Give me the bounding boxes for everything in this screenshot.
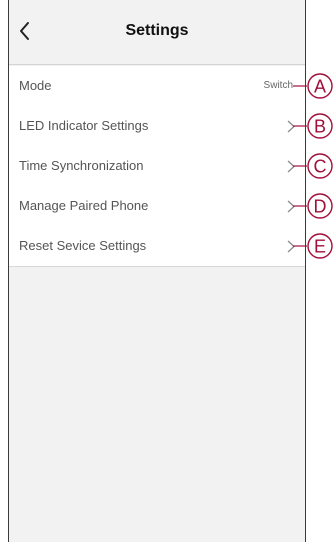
settings-item-paired-phone[interactable]: Manage Paired Phone: [9, 186, 305, 226]
settings-item-label: Mode: [19, 78, 52, 93]
chevron-right-icon: [287, 120, 295, 133]
settings-item-time-sync[interactable]: Time Synchronization: [9, 146, 305, 186]
callout-label: E: [314, 237, 326, 257]
settings-list: Mode Switch LED Indicator Settings Time …: [9, 66, 305, 267]
callout-label: A: [314, 77, 326, 97]
mode-value: Switch: [263, 80, 293, 91]
callout-label: D: [314, 197, 327, 217]
phone-frame: Settings Mode Switch LED Indicator Setti…: [8, 0, 306, 542]
settings-item-mode[interactable]: Mode Switch: [9, 66, 305, 106]
chevron-right-icon: [287, 160, 295, 173]
settings-item-label: Reset Sevice Settings: [19, 238, 147, 253]
header: Settings: [9, 0, 305, 65]
callout-label: C: [314, 157, 327, 177]
settings-item-led-indicator[interactable]: LED Indicator Settings: [9, 106, 305, 146]
settings-item-label: Time Synchronization: [19, 158, 144, 173]
page-title: Settings: [125, 22, 189, 39]
chevron-right-icon: [287, 240, 295, 253]
settings-item-reset[interactable]: Reset Sevice Settings: [9, 226, 305, 266]
settings-item-label: LED Indicator Settings: [19, 118, 149, 133]
callout-label: B: [314, 117, 326, 137]
settings-item-label: Manage Paired Phone: [19, 198, 149, 213]
chevron-right-icon: [287, 200, 295, 213]
